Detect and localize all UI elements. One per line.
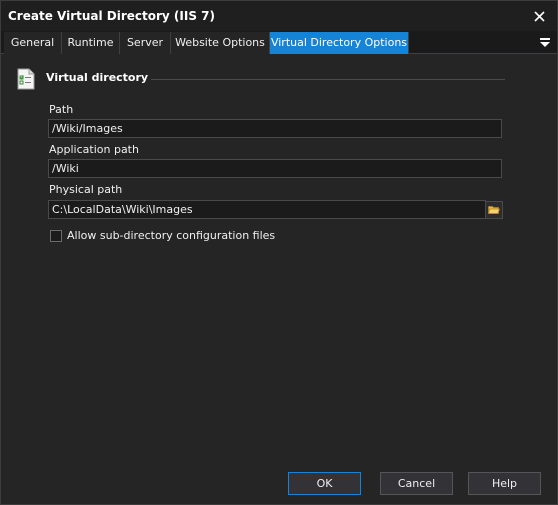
window-title: Create Virtual Directory (IIS 7) [8, 9, 215, 23]
close-icon [533, 10, 545, 22]
tab-content: Virtual directory Path /Wiki/Images Appl… [1, 55, 557, 455]
application-path-label: Application path [49, 143, 139, 156]
application-path-field[interactable]: /Wiki [48, 159, 502, 178]
folder-open-icon [488, 206, 500, 214]
path-label: Path [49, 103, 74, 116]
checklist-document-icon [17, 68, 35, 90]
section-title: Virtual directory [46, 71, 149, 84]
tab-website-options[interactable]: Website Options [171, 32, 270, 54]
physical-path-label: Physical path [49, 183, 123, 196]
tab-virtual-directory-options[interactable]: Virtual Directory Options [270, 32, 409, 54]
tab-bar: General Runtime Server Website Options V… [1, 31, 557, 54]
allow-subdirectory-config-label[interactable]: Allow sub-directory configuration files [67, 229, 275, 242]
tab-menu-icon[interactable] [539, 36, 551, 48]
ok-button[interactable]: OK [288, 472, 361, 495]
tab-server[interactable]: Server [120, 32, 171, 54]
title-bar[interactable]: Create Virtual Directory (IIS 7) [1, 1, 557, 31]
browse-folder-button[interactable] [485, 201, 503, 219]
section-divider [151, 79, 505, 80]
allow-subdirectory-config-checkbox[interactable] [50, 230, 62, 242]
close-button[interactable] [527, 5, 551, 27]
dialog-window: Create Virtual Directory (IIS 7) General… [0, 0, 558, 505]
tab-runtime[interactable]: Runtime [62, 32, 120, 54]
physical-path-field[interactable]: C:\LocalData\Wiki\Images [48, 200, 486, 219]
cancel-button[interactable]: Cancel [380, 472, 453, 495]
help-button[interactable]: Help [468, 472, 541, 495]
path-field[interactable]: /Wiki/Images [48, 119, 502, 138]
tab-general[interactable]: General [4, 32, 62, 54]
